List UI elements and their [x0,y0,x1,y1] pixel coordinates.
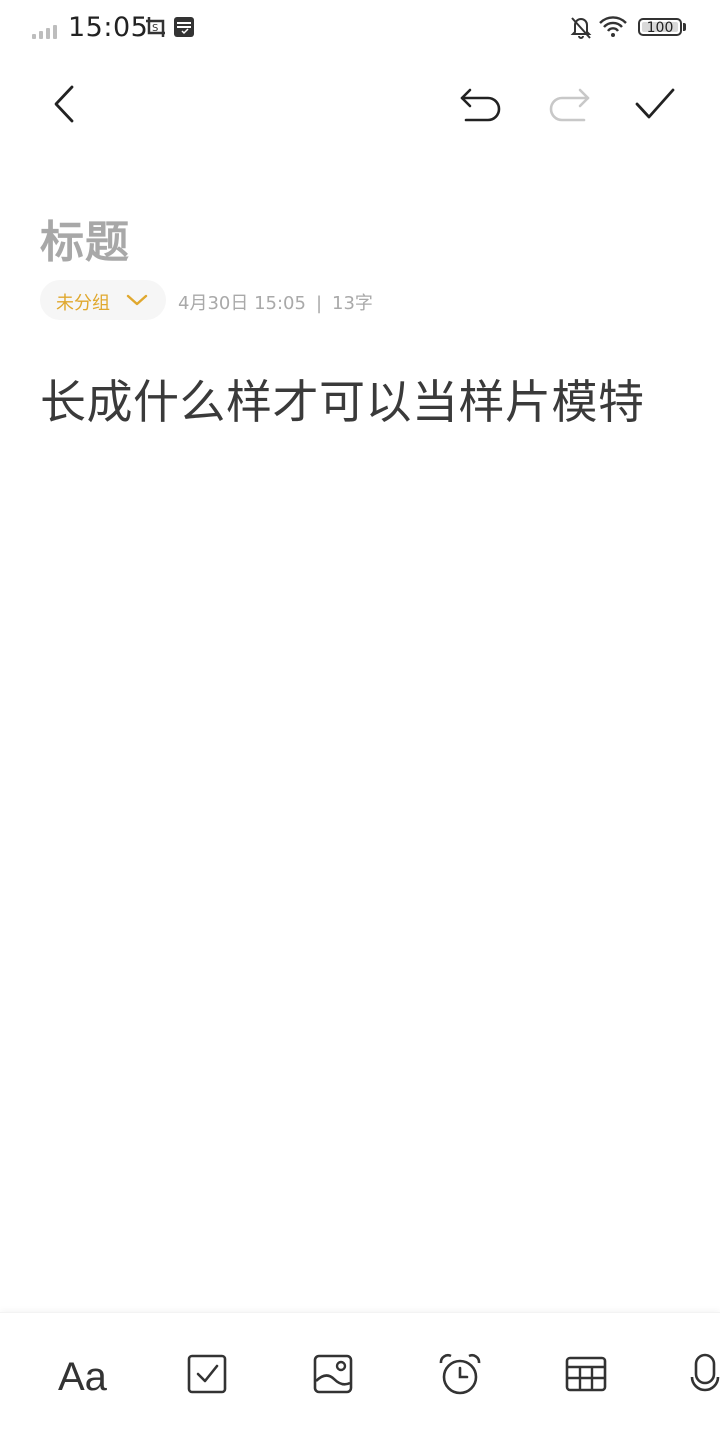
microphone-icon[interactable] [690,1353,720,1401]
redo-icon[interactable] [546,84,592,128]
battery-tip [683,23,686,31]
group-selector[interactable]: 未分组 [40,280,166,320]
bottom-toolbar: Aa [0,1312,720,1437]
note-title-placeholder[interactable]: 标题 [40,206,130,270]
checklist-icon[interactable] [186,1353,228,1399]
mute-bell-icon [568,14,594,46]
table-icon[interactable] [564,1353,608,1399]
group-label: 未分组 [56,293,110,314]
confirm-icon[interactable] [634,86,676,126]
word-count: 13字 [332,293,373,314]
signal-icon [32,23,62,39]
wifi-icon [598,14,628,44]
sim-icon [172,14,196,44]
back-icon[interactable] [48,84,80,128]
chevron-down-icon [126,294,148,306]
screenshot-icon: S [144,14,168,44]
note-body[interactable]: 长成什么样才可以当样片模特 [40,366,700,432]
svg-text:S: S [152,23,158,34]
image-icon[interactable] [312,1353,354,1399]
meta-separator: | [315,293,323,314]
status-time: 15:05 [68,12,149,43]
battery-icon: 100 [638,18,682,36]
status-bar: 15:05 S 100 [0,0,720,58]
alarm-icon[interactable] [438,1353,482,1401]
undo-icon[interactable] [458,84,504,128]
battery-level: 100 [646,20,674,36]
note-date: 4月30日 15:05 [178,293,306,314]
text-format-icon[interactable]: Aa [58,1355,107,1400]
note-meta: 4月30日 15:05 | 13字 [178,289,373,315]
